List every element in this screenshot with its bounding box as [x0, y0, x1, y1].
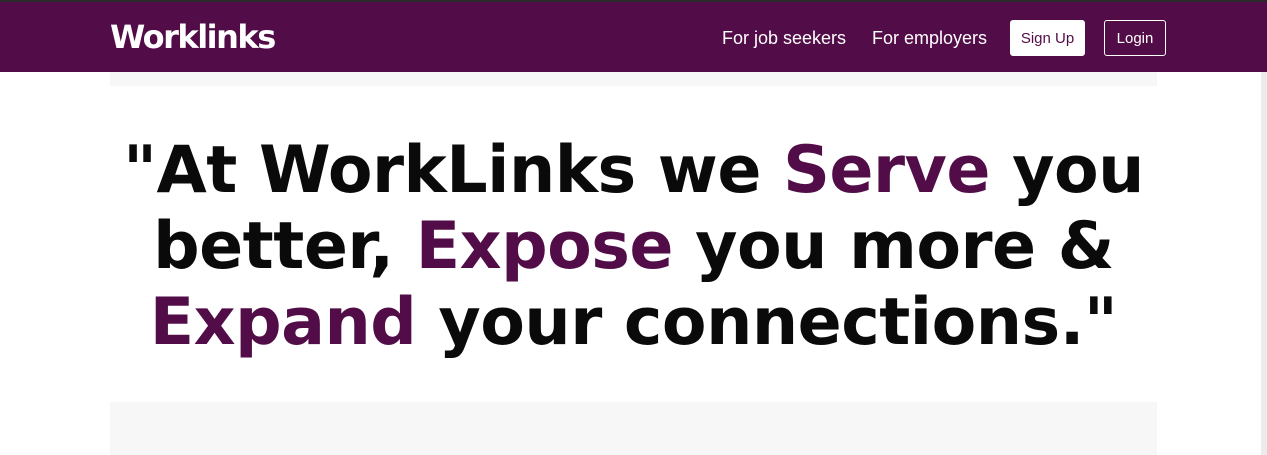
scrollbar-track[interactable] — [1261, 72, 1267, 455]
hero-line-2-text: better, — [153, 209, 416, 284]
hero-quote: "At WorkLinks we Serve you better, Expos… — [110, 133, 1157, 361]
content-band-bottom — [110, 402, 1157, 455]
nav-link-employers[interactable]: For employers — [872, 26, 987, 50]
hero-line-3: Expand your connections." — [150, 285, 1118, 360]
content-band-top — [110, 72, 1157, 86]
hero-line-1-end: you — [989, 133, 1144, 208]
hero-line-2-end: you more & — [673, 209, 1114, 284]
login-button[interactable]: Login — [1104, 20, 1166, 56]
highlight-serve: Serve — [783, 133, 990, 208]
nav-link-job-seekers[interactable]: For job seekers — [722, 26, 846, 50]
hero-line-2: better, Expose you more & — [153, 209, 1114, 284]
top-navbar: Worklinks For job seekers For employers … — [0, 2, 1267, 72]
signup-button[interactable]: Sign Up — [1010, 20, 1085, 56]
highlight-expose: Expose — [415, 209, 674, 284]
hero-line-3-end: your connections." — [416, 285, 1118, 360]
hero-line-1: "At WorkLinks we Serve you — [123, 133, 1144, 208]
highlight-expand: Expand — [149, 285, 417, 360]
site-logo[interactable]: Worklinks — [110, 17, 276, 57]
hero-line-1-text: "At WorkLinks we — [123, 133, 784, 208]
